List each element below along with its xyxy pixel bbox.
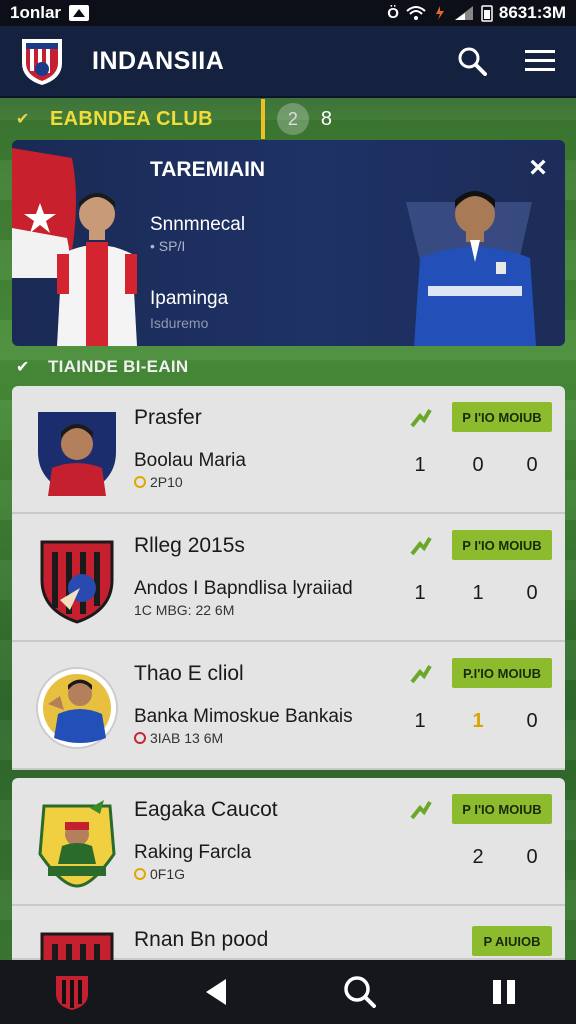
score-1: 1: [414, 582, 426, 604]
score-2: 1: [472, 582, 484, 604]
pause-icon: [493, 980, 515, 1004]
menu-button[interactable]: [524, 45, 556, 77]
player-photo-2: [406, 191, 536, 346]
team-logo: [38, 412, 116, 496]
bottom-navigation: [0, 960, 576, 1024]
pause-button[interactable]: [480, 968, 528, 1016]
team-logo: [40, 540, 114, 624]
match-list: Prasfer Boolau Maria 2P10 P I'IO MOIUB 1…: [12, 386, 565, 1016]
status-badge[interactable]: P AIUIOB: [472, 926, 552, 956]
score-1: 1: [414, 454, 426, 476]
status-badge[interactable]: P I'IO MOIUB: [452, 794, 552, 824]
feature-line-2-meta: Isduremo: [150, 315, 209, 331]
club-section-header[interactable]: ✔ EABNDEA CLUB 2 8: [0, 98, 576, 140]
score-2: 0: [472, 454, 484, 476]
clock-icon: [134, 868, 146, 880]
trend-icon: [410, 800, 432, 820]
list-item[interactable]: Rnan Bn pood P AIUIOB: [12, 906, 565, 1016]
data-icon: [435, 6, 444, 20]
score-2: 2: [472, 846, 484, 868]
feature-line-2: Ipaminga: [150, 288, 229, 309]
search-icon: [458, 47, 487, 76]
clock-icon: [134, 476, 146, 488]
match-meta: 2P10: [134, 474, 183, 490]
match-title: Thao E cliol: [134, 662, 244, 685]
feature-line-1: Snnmnecal: [150, 214, 246, 235]
match-meta-text: 0F1G: [150, 866, 186, 882]
player-photo: [57, 193, 137, 346]
section-label: TIAINDE BI-EAIN: [48, 357, 189, 376]
nav-home-button[interactable]: [48, 968, 96, 1016]
nav-search-icon: [344, 976, 376, 1008]
match-subtitle: Raking Farcla: [134, 842, 252, 863]
chevron-down-icon: ✔: [16, 359, 30, 376]
featured-match-card[interactable]: TAREMIAIN Snnmnecal • SP/I Ipaminga Isdu…: [12, 140, 565, 346]
app-title: INDANSIIA: [92, 46, 225, 75]
club-count-badge: 2: [276, 103, 309, 135]
match-subtitle: Banka Mimoskue Bankais: [134, 706, 353, 727]
back-button[interactable]: [192, 968, 240, 1016]
chevron-down-icon: ✔: [16, 111, 30, 128]
divider: [260, 99, 265, 139]
match-meta: 3IAB 13 6M: [134, 730, 223, 746]
list-item[interactable]: Prasfer Boolau Maria 2P10 P I'IO MOIUB 1…: [12, 386, 565, 514]
close-icon[interactable]: ×: [525, 153, 551, 183]
team-logo: [38, 800, 116, 888]
trend-icon: [410, 536, 432, 556]
signal-icon: [454, 6, 473, 20]
app-bar: INDANSIIA: [0, 26, 576, 98]
team-logo: [36, 667, 118, 749]
match-subtitle: Andos I Bapndlisa lyraiiad: [134, 578, 353, 599]
match-meta: 0F1G: [134, 866, 185, 882]
club-count: 8: [320, 107, 332, 130]
club-shield-icon: [56, 976, 88, 1010]
nav-search-button[interactable]: [336, 968, 384, 1016]
list-item[interactable]: Rlleg 2015s Andos I Bapndlisa lyraiiad 1…: [12, 514, 565, 642]
menu-icon: [525, 50, 555, 71]
match-title: Eagaka Caucot: [134, 798, 278, 821]
list-item[interactable]: Eagaka Caucot Raking Farcla 0F1G P I'IO …: [12, 778, 565, 906]
feature-line-1-meta: • SP/I: [150, 238, 186, 254]
trend-icon: [410, 664, 432, 684]
status-badge[interactable]: P.I'IO MOIUB: [452, 658, 552, 688]
status-time: 8631:3M: [498, 3, 566, 22]
status-left-text: 1onlar: [10, 3, 62, 22]
score-3: 0: [526, 582, 538, 604]
list-item[interactable]: Thao E cliol Banka Mimoskue Bankais 3IAB…: [12, 642, 565, 770]
match-meta: 1C MBG: 22 6M: [134, 602, 234, 618]
search-button[interactable]: [456, 45, 488, 77]
match-title: Rlleg 2015s: [134, 534, 245, 557]
match-subtitle: Boolau Maria: [134, 450, 246, 471]
match-meta-text: 1C MBG: 22 6M: [134, 602, 235, 618]
score-3: 0: [526, 454, 538, 476]
match-title: Prasfer: [134, 406, 202, 429]
back-icon: [206, 979, 226, 1005]
club-crest-icon[interactable]: [20, 35, 64, 87]
gallery-icon: [69, 5, 90, 21]
score-1: 1: [414, 710, 426, 732]
trend-icon: [410, 408, 432, 428]
match-meta-text: 3IAB 13 6M: [150, 730, 224, 746]
match-meta-text: 2P10: [150, 474, 183, 490]
match-title: Rnan Bn pood: [134, 928, 269, 951]
club-label: EABNDEA CLUB: [50, 107, 213, 130]
battery-icon: [481, 5, 493, 22]
score-3: 0: [526, 710, 538, 732]
clock-icon: [134, 732, 146, 744]
score-2: 1: [472, 710, 484, 732]
feature-title: TAREMIAIN: [150, 158, 266, 181]
status-badge[interactable]: P I'IO MOIUB: [452, 402, 552, 432]
section-header[interactable]: ✔ TIAINDE BI-EAIN: [0, 350, 576, 384]
status-bar: 1onlar Ö 8631:3M: [0, 0, 576, 26]
wifi-icon: [406, 6, 426, 20]
score-3: 0: [526, 846, 538, 868]
alarm-icon: Ö: [387, 4, 399, 22]
status-badge[interactable]: P I'IO MOIUB: [452, 530, 552, 560]
